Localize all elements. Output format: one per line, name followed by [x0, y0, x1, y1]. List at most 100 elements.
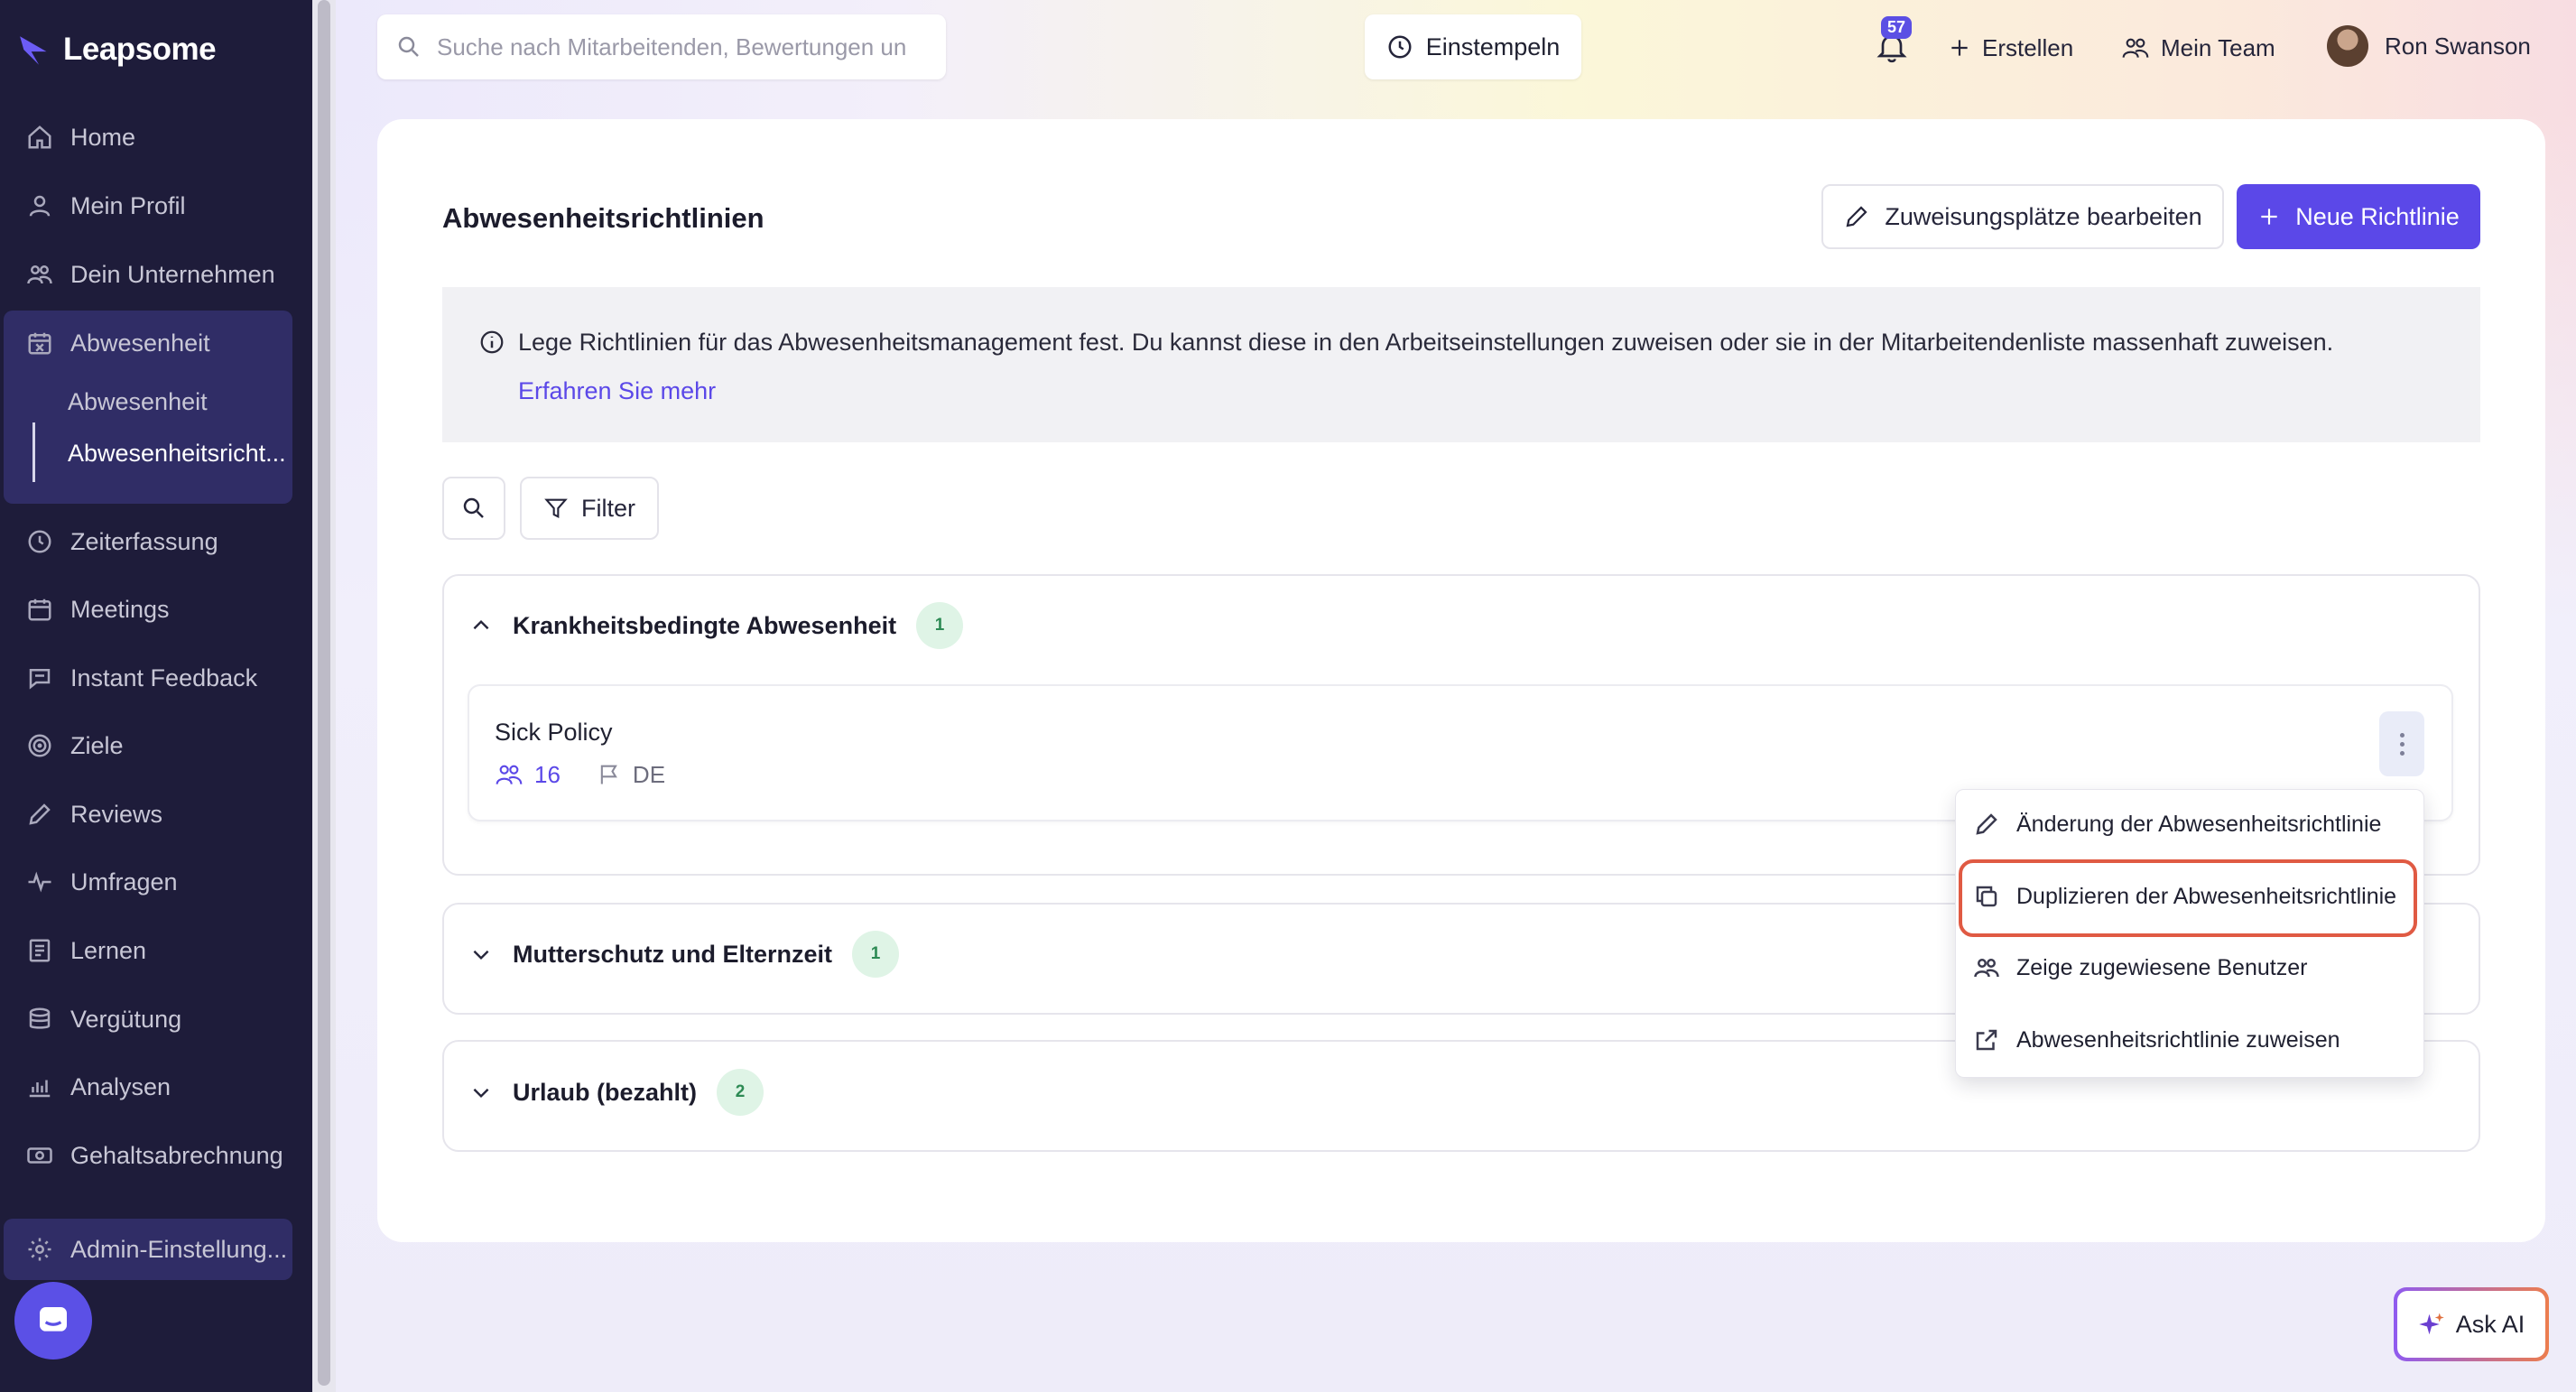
my-team-button[interactable]: Mein Team — [2121, 25, 2275, 70]
clock-icon — [1388, 35, 1412, 59]
sidebar-item-label: Dein Unternehmen — [70, 260, 275, 288]
chat-launcher-button[interactable] — [14, 1282, 92, 1360]
sidebar-item-reviews[interactable]: Reviews — [0, 787, 292, 841]
sidebar-item-surveys[interactable]: Umfragen — [0, 855, 292, 909]
pencil-icon — [25, 800, 54, 829]
sidebar-item-analytics[interactable]: Analysen — [0, 1060, 292, 1114]
user-icon — [25, 191, 54, 220]
sidebar-item-label: Umfragen — [70, 868, 178, 896]
sidebar-item-label: Gehaltsabrechnung — [70, 1141, 283, 1169]
count-badge: 1 — [852, 931, 900, 978]
sidebar-item-label: Home — [70, 123, 136, 151]
sidebar-item-absence[interactable]: Abwesenheit — [0, 316, 292, 370]
menu-item-edit-policy[interactable]: Änderung der Abwesenheitsrichtlinie — [1973, 811, 2415, 838]
my-team-label: Mein Team — [2161, 33, 2275, 61]
count-badge: 1 — [916, 602, 964, 649]
sidebar-item-label: Abwesenheit — [70, 329, 210, 357]
menu-item-label: Zeige zugewiesene Benutzer — [2016, 954, 2308, 980]
plus-icon — [1951, 40, 1968, 56]
ask-ai-button[interactable]: Ask AI — [2394, 1287, 2549, 1361]
assigned-users-count[interactable]: 16 — [534, 761, 561, 789]
team-icon — [2122, 38, 2149, 58]
ask-ai-label: Ask AI — [2455, 1310, 2525, 1338]
sidebar-item-company[interactable]: Dein Unternehmen — [0, 247, 292, 302]
filter-button[interactable]: Filter — [520, 477, 659, 540]
sidebar-item-label: Analysen — [70, 1072, 171, 1100]
more-options-button[interactable] — [2379, 711, 2424, 776]
info-text: Lege Richtlinien für das Abwesenheitsman… — [518, 329, 2334, 356]
info-banner — [442, 287, 2480, 442]
section-title: Mutterschutz und Elternzeit — [513, 940, 833, 968]
section-header-paid-vacation[interactable]: Urlaub (bezahlt) 2 — [469, 1069, 764, 1116]
create-button[interactable]: Erstellen — [1948, 25, 2073, 70]
target-icon — [25, 731, 54, 760]
search-icon — [463, 497, 484, 518]
chart-icon — [25, 1072, 54, 1101]
user-menu[interactable]: Ron Swanson — [2327, 23, 2531, 69]
submenu-indicator — [32, 422, 35, 482]
sidebar-subitem-absence[interactable]: Abwesenheit — [68, 388, 208, 416]
logo[interactable]: Leapsome — [18, 31, 217, 69]
search-icon — [398, 36, 419, 57]
menu-item-show-assigned-users[interactable]: Zeige zugewiesene Benutzer — [1973, 954, 2415, 981]
plus-icon — [2261, 209, 2277, 225]
sidebar-item-label: Mein Profil — [70, 191, 186, 219]
gear-icon — [25, 1235, 54, 1264]
search-button[interactable] — [442, 477, 505, 540]
chevron-up-icon — [473, 619, 489, 630]
chat-bubble-icon — [40, 1307, 67, 1332]
edit-assignments-button[interactable]: Zuweisungsplätze bearbeiten — [1821, 184, 2224, 249]
flag-icon — [600, 765, 617, 784]
kebab-dot — [2399, 741, 2405, 747]
sidebar-item-goals[interactable]: Ziele — [0, 719, 292, 773]
sidebar-subitem-absence-policies[interactable]: Abwesenheitsricht... — [68, 440, 286, 468]
clock-in-button[interactable]: Einstempeln — [1365, 14, 1581, 79]
policy-meta: 16 DE — [495, 760, 665, 789]
ask-ai-inner: Ask AI — [2397, 1291, 2545, 1358]
policy-country: DE — [632, 760, 666, 788]
sidebar-item-label: Lernen — [70, 936, 147, 964]
filter-label: Filter — [581, 494, 635, 522]
menu-item-assign-policy[interactable]: Abwesenheitsrichtlinie zuweisen — [1973, 1026, 2415, 1053]
chevron-down-icon — [473, 1088, 489, 1099]
users-icon — [496, 765, 523, 784]
sidebar-item-compensation[interactable]: Vergütung — [0, 992, 292, 1046]
sidebar-item-home[interactable]: Home — [0, 110, 292, 164]
clock-in-label: Einstempeln — [1425, 32, 1561, 60]
count-badge: 2 — [717, 1069, 764, 1116]
search-input[interactable] — [437, 32, 924, 61]
section-title: Krankheitsbedingte Abwesenheit — [513, 611, 897, 639]
sidebar-item-label: Meetings — [70, 595, 170, 623]
sidebar-item-instant-feedback[interactable]: Instant Feedback — [0, 651, 292, 705]
chevron-down-icon — [473, 950, 489, 960]
sidebar-item-time-tracking[interactable]: Zeiterfassung — [0, 515, 292, 569]
sidebar-item-label: Instant Feedback — [70, 664, 258, 691]
search-bar[interactable] — [377, 14, 946, 79]
section-header-sick-leave[interactable]: Krankheitsbedingte Abwesenheit 1 — [469, 602, 964, 649]
sidebar-scrollbar-thumb[interactable] — [318, 0, 330, 1386]
coins-icon — [25, 1005, 54, 1034]
chat-icon — [25, 664, 54, 692]
money-icon — [25, 1141, 54, 1170]
menu-item-label: Änderung der Abwesenheitsrichtlinie — [2016, 811, 2382, 837]
sidebar-item-admin-settings[interactable]: Admin-Einstellung... — [0, 1222, 292, 1276]
home-icon — [25, 123, 54, 152]
section-title: Urlaub (bezahlt) — [513, 1078, 698, 1106]
pencil-icon — [1976, 813, 1997, 835]
sidebar-item-label: Admin-Einstellung... — [70, 1235, 288, 1263]
learn-more-link[interactable]: Erfahren Sie mehr — [518, 377, 716, 405]
filter-icon — [544, 498, 568, 519]
duplicate-highlight-outline — [1959, 859, 2417, 937]
avatar — [2327, 25, 2368, 67]
new-policy-button[interactable]: Neue Richtlinie — [2237, 184, 2480, 249]
leapsome-logo-icon — [20, 36, 47, 65]
page-title: Abwesenheitsrichtlinien — [442, 202, 764, 234]
info-icon — [480, 330, 504, 354]
section-header-parental-leave[interactable]: Mutterschutz und Elternzeit 1 — [469, 931, 900, 978]
sidebar-item-meetings[interactable]: Meetings — [0, 582, 292, 636]
sidebar-item-profile[interactable]: Mein Profil — [0, 179, 292, 233]
sidebar-item-learning[interactable]: Lernen — [0, 923, 292, 978]
users-icon — [25, 260, 54, 289]
sidebar-item-payroll[interactable]: Gehaltsabrechnung — [0, 1128, 292, 1183]
user-name: Ron Swanson — [2385, 32, 2531, 60]
